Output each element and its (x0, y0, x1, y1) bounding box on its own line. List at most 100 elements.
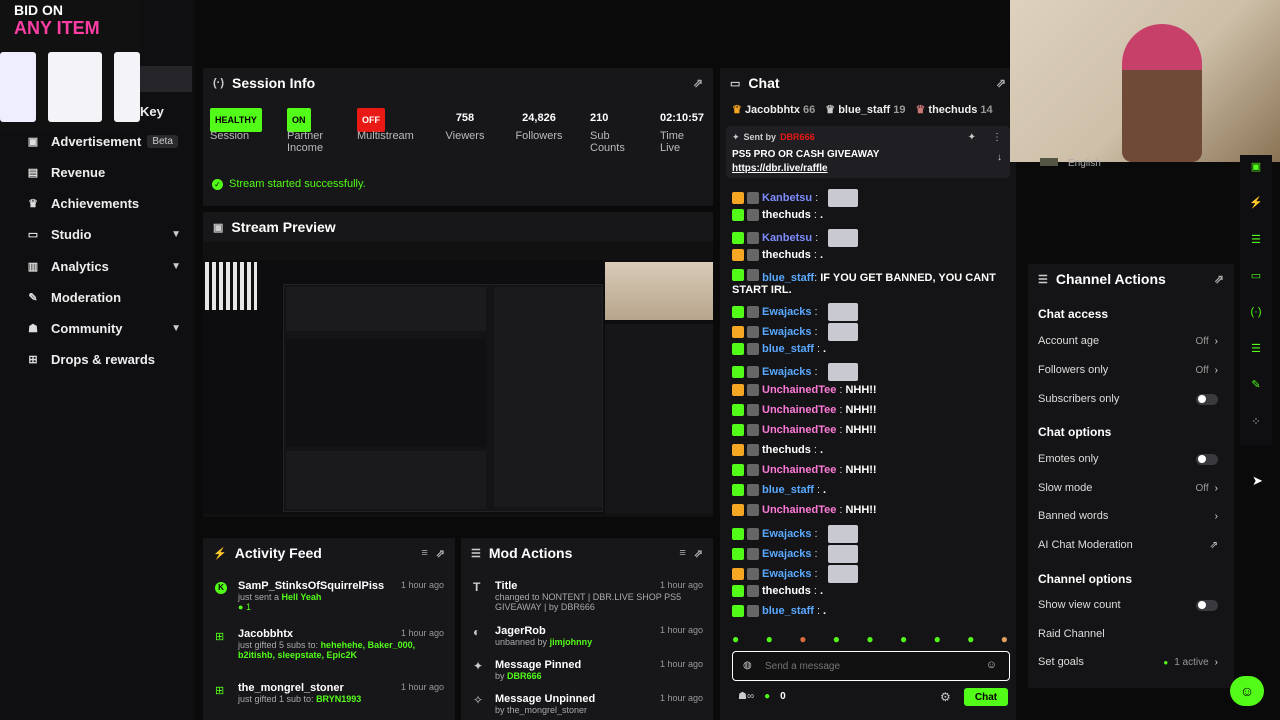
help-button[interactable]: ☺ (1230, 676, 1264, 706)
chat-message[interactable]: Ewajacks: (732, 323, 858, 341)
raid-channel-row[interactable]: Raid Channel (1038, 628, 1218, 640)
chat-username[interactable]: UnchainedTee (762, 404, 836, 416)
sidebar-item-advertisement[interactable]: ▣ Advertisement Beta (0, 126, 195, 157)
chat-message[interactable]: Ewajacks: (732, 565, 858, 583)
chat-username[interactable]: thechuds (762, 444, 811, 456)
collapse-icon[interactable]: ↓ (997, 152, 1002, 163)
chat-message[interactable]: UnchainedTee: NHH!! (732, 464, 877, 476)
community-icon[interactable]: ☗∞ (738, 691, 754, 702)
pinned-link[interactable]: https://dbr.live/raffle (732, 163, 828, 174)
popout-icon[interactable]: ⇗ (1214, 272, 1224, 286)
sidebar-item-key-partial[interactable]: Key (140, 104, 164, 119)
chat-username[interactable]: Kanbetsu (762, 192, 812, 204)
banned-words-row[interactable]: Banned words › (1038, 510, 1218, 522)
set-goals-row[interactable]: Set goals ● 1 active › (1038, 656, 1218, 668)
rail-lightning-icon[interactable]: ⚡ (1246, 193, 1266, 213)
more-icon[interactable]: ⋮ (992, 132, 1002, 143)
emote-icon[interactable]: ● (934, 632, 941, 646)
chat-username[interactable]: Ewajacks (762, 326, 812, 338)
chat-message[interactable]: UnchainedTee: NHH!! (732, 504, 877, 516)
emote-icon[interactable]: ● (967, 632, 974, 646)
popout-icon[interactable]: ⇗ (996, 76, 1006, 90)
chat-message[interactable]: blue_staff: IF YOU GET BANNED, YOU CANT … (732, 269, 1002, 296)
ai-moderation-row[interactable]: AI Chat Moderation ⇗ (1038, 539, 1218, 551)
sidebar-item-moderation[interactable]: ✎ Moderation (0, 282, 195, 313)
popout-icon[interactable]: ⇗ (694, 547, 703, 560)
chat-username[interactable]: Ewajacks (762, 548, 812, 560)
chat-message[interactable]: Ewajacks: (732, 545, 858, 563)
chat-username[interactable]: Ewajacks (762, 528, 812, 540)
chat-input[interactable] (765, 658, 975, 674)
popout-icon[interactable]: ⇗ (436, 547, 445, 560)
chat-message[interactable]: Ewajacks: (732, 303, 858, 321)
chat-username[interactable]: blue_staff (762, 484, 814, 496)
sidebar-item-community[interactable]: ☗ Community ▼ (0, 313, 195, 344)
emote-icon[interactable]: ● (866, 632, 873, 646)
account-age-row[interactable]: Account age Off › (1038, 335, 1218, 347)
chat-message[interactable]: thechuds: . (732, 209, 823, 221)
gear-icon[interactable]: ⚙ (940, 690, 951, 704)
chat-username[interactable]: blue_staff (762, 272, 814, 284)
emote-icon[interactable]: ● (766, 632, 773, 646)
subscribers-only-toggle[interactable] (1196, 393, 1218, 405)
chat-message[interactable]: thechuds: . (732, 585, 823, 597)
sidebar-item-studio[interactable]: ▭ Studio ▼ (0, 219, 195, 250)
language-row[interactable]: English (1040, 158, 1101, 169)
emote-icon[interactable]: ● (799, 632, 806, 646)
rail-channel-icon[interactable]: ☰ (1246, 339, 1266, 359)
emotes-only-toggle[interactable] (1196, 453, 1218, 465)
chat-input-box[interactable]: ◍ ☺ (732, 651, 1010, 681)
mod-item[interactable]: ✦ Message Pinned 1 hour ago by DBR666 (473, 659, 703, 681)
rail-session-icon[interactable]: (·) (1246, 302, 1266, 322)
sidebar-item-analytics[interactable]: ▥ Analytics ▼ (0, 251, 195, 282)
slow-mode-row[interactable]: Slow mode Off › (1038, 482, 1218, 494)
popout-icon[interactable]: ⇗ (693, 76, 703, 90)
pinned-message[interactable]: ✦ Sent by DBR666 PS5 PRO OR CASH GIVEAWA… (726, 126, 1010, 178)
emote-icon[interactable]: ● (1001, 632, 1008, 646)
activity-item[interactable]: K SamP_StinksOfSquirrelPiss 1 hour ago j… (215, 580, 444, 612)
rail-chat-icon[interactable]: ▭ (1246, 266, 1266, 286)
chat-username[interactable]: thechuds (762, 209, 811, 221)
chat-username[interactable]: blue_staff (762, 343, 814, 355)
filter-icon[interactable]: ≡ (679, 547, 685, 559)
followers-only-row[interactable]: Followers only Off › (1038, 364, 1218, 376)
activity-item[interactable]: ⊞ Jacobbhtx 1 hour ago just gifted 5 sub… (215, 628, 444, 660)
chat-message[interactable]: Ewajacks: (732, 363, 858, 381)
chat-username[interactable]: Kanbetsu (762, 232, 812, 244)
mod-item[interactable]: T Title 1 hour ago changed to NONTENT | … (473, 580, 703, 612)
chat-username[interactable]: thechuds (762, 249, 811, 261)
chat-username[interactable]: Ewajacks (762, 366, 812, 378)
rail-list-icon[interactable]: ☰ (1246, 230, 1266, 250)
gifter[interactable]: ♛ Jacobbhtx 66 (732, 103, 815, 116)
chat-message[interactable]: Kanbetsu: (732, 229, 859, 247)
chat-username[interactable]: Ewajacks (762, 568, 812, 580)
mod-item[interactable]: ✧ Message Unpinned 1 hour ago by the_mon… (473, 693, 703, 715)
chat-message[interactable]: UnchainedTee: NHH!! (732, 424, 877, 436)
chat-username[interactable]: Ewajacks (762, 306, 812, 318)
show-view-count-toggle[interactable] (1196, 599, 1218, 611)
mod-item[interactable]: ◐ JagerRob 1 hour ago unbanned by jimjoh… (473, 625, 703, 647)
sidebar-item-achievements[interactable]: ♛ Achievements (0, 188, 195, 219)
chat-message[interactable]: UnchainedTee: NHH!! (732, 384, 877, 396)
sidebar-item-drops[interactable]: ⊞ Drops & rewards (0, 344, 195, 375)
chat-message[interactable]: blue_staff: . (732, 605, 826, 617)
sidebar-item-revenue[interactable]: ▤ Revenue (0, 157, 195, 188)
chat-settings-icon[interactable]: ◍ (743, 660, 752, 671)
emote-icon[interactable]: ● (833, 632, 840, 646)
chat-message[interactable]: thechuds: . (732, 444, 823, 456)
chat-message[interactable]: blue_staff: . (732, 343, 826, 355)
chat-username[interactable]: UnchainedTee (762, 464, 836, 476)
gifter[interactable]: ♛ blue_staff 19 (825, 103, 905, 116)
emote-icon[interactable]: ● (900, 632, 907, 646)
chat-username[interactable]: UnchainedTee (762, 384, 836, 396)
activity-item[interactable]: ⊞ the_mongrel_stoner 1 hour ago just gif… (215, 682, 444, 704)
chat-message[interactable]: blue_staff: . (732, 484, 826, 496)
rail-wrench-icon[interactable]: ✎ (1246, 375, 1266, 395)
gifter[interactable]: ♛ thechuds 14 (915, 103, 992, 116)
promo-banner[interactable]: BID ON ANY ITEM (0, 0, 140, 130)
emote-icon[interactable]: ● (732, 632, 739, 646)
pin-action-icon[interactable]: ✦ (968, 132, 976, 143)
chat-username[interactable]: blue_staff (762, 605, 814, 617)
chat-message[interactable]: Ewajacks: (732, 525, 858, 543)
chat-send-button[interactable]: Chat (964, 688, 1008, 706)
